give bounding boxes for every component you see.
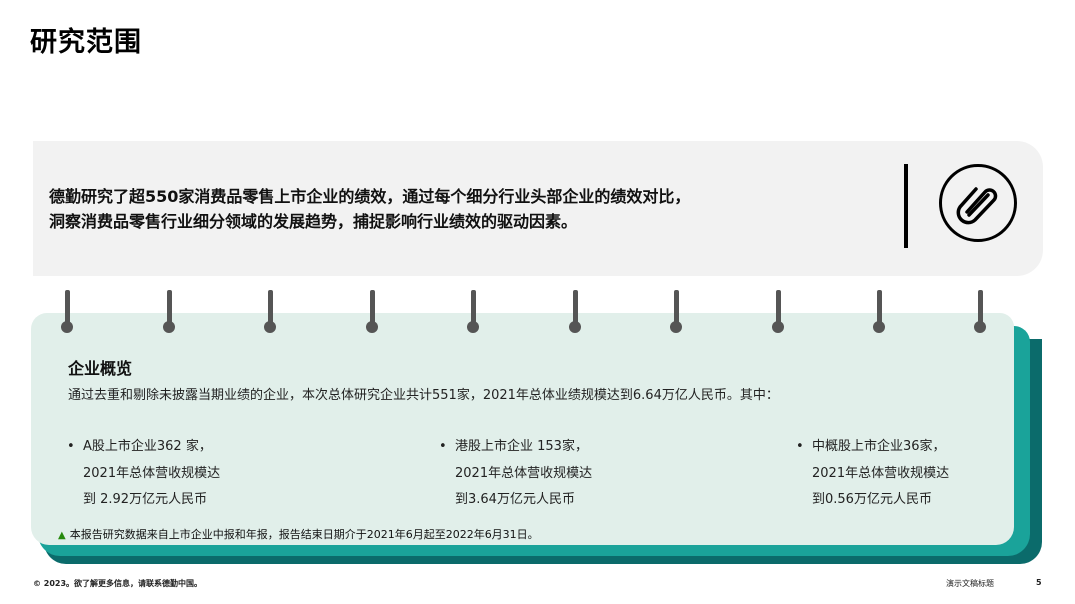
footer-presentation-title: 演示文稿标题 <box>946 579 994 588</box>
source-note-text: 本报告研究数据来自上市企业中报和年报，报告结束日期介于2021年6月起至2022… <box>69 528 539 541</box>
column-line: 港股上市企业 153家， <box>455 439 588 454</box>
binder-pin <box>771 290 785 334</box>
bullet: • <box>439 439 447 454</box>
footer-copyright: © 2023。欲了解更多信息，请联系德勤中国。 <box>33 579 203 588</box>
column-line: 2021年总体营收规模达 <box>83 465 221 481</box>
binder-pin <box>872 290 886 334</box>
column-line: 到 2.92万亿元人民币 <box>83 492 208 507</box>
paperclip-icon <box>939 164 1017 242</box>
intro-text: 德勤研究了超550家消费品零售上市企业的绩效，通过每个细分行业头部企业的绩效对比… <box>49 184 690 234</box>
binder-pin <box>162 290 176 334</box>
overview-column-china-concept: • 中概股上市企业36家， 2021年总体营收规模达 到0.56万亿元人民币 <box>796 434 950 514</box>
source-note: ▲ 本报告研究数据来自上市企业中报和年报，报告结束日期介于2021年6月起至202… <box>58 526 539 542</box>
bullet: • <box>67 439 75 454</box>
paperclip-icon-svg <box>956 187 998 225</box>
intro-line-1: 德勤研究了超550家消费品零售上市企业的绩效，通过每个细分行业头部企业的绩效对比… <box>49 187 691 206</box>
bullet: • <box>796 439 804 454</box>
column-line: 到0.56万亿元人民币 <box>812 492 932 507</box>
page-title: 研究范围 <box>30 27 142 58</box>
overview-card: 企业概览 通过去重和剔除未披露当期业绩的企业，本次总体研究企业共计551家，20… <box>31 313 1014 545</box>
binder-pin <box>365 290 379 334</box>
binder-pin <box>669 290 683 334</box>
column-line: 2021年总体营收规模达 <box>812 465 950 481</box>
overview-column-hk-share: • 港股上市企业 153家， 2021年总体营收规模达 到3.64万亿元人民币 <box>439 434 593 514</box>
page-number: 5 <box>1036 578 1042 587</box>
overview-heading: 企业概览 <box>68 359 133 378</box>
binder-pin <box>568 290 582 334</box>
column-line: 2021年总体营收规模达 <box>455 465 593 481</box>
column-line: A股上市企业362 家， <box>83 439 212 454</box>
binder-pin <box>60 290 74 334</box>
intro-panel: 德勤研究了超550家消费品零售上市企业的绩效，通过每个细分行业头部企业的绩效对比… <box>33 141 1043 276</box>
triangle-icon: ▲ <box>58 530 66 541</box>
binder-pin <box>466 290 480 334</box>
column-line: 中概股上市企业36家， <box>812 439 946 454</box>
binder-pin <box>263 290 277 334</box>
overview-column-a-share: • A股上市企业362 家， 2021年总体营收规模达 到 2.92万亿元人民币 <box>67 434 221 514</box>
intro-divider <box>904 164 908 248</box>
intro-line-2: 洞察消费品零售行业细分领域的发展趋势，捕捉影响行业绩效的驱动因素。 <box>49 212 578 231</box>
column-line: 到3.64万亿元人民币 <box>455 492 575 507</box>
overview-summary: 通过去重和剔除未披露当期业绩的企业，本次总体研究企业共计551家，2021年总体… <box>68 388 779 403</box>
binder-pin <box>973 290 987 334</box>
